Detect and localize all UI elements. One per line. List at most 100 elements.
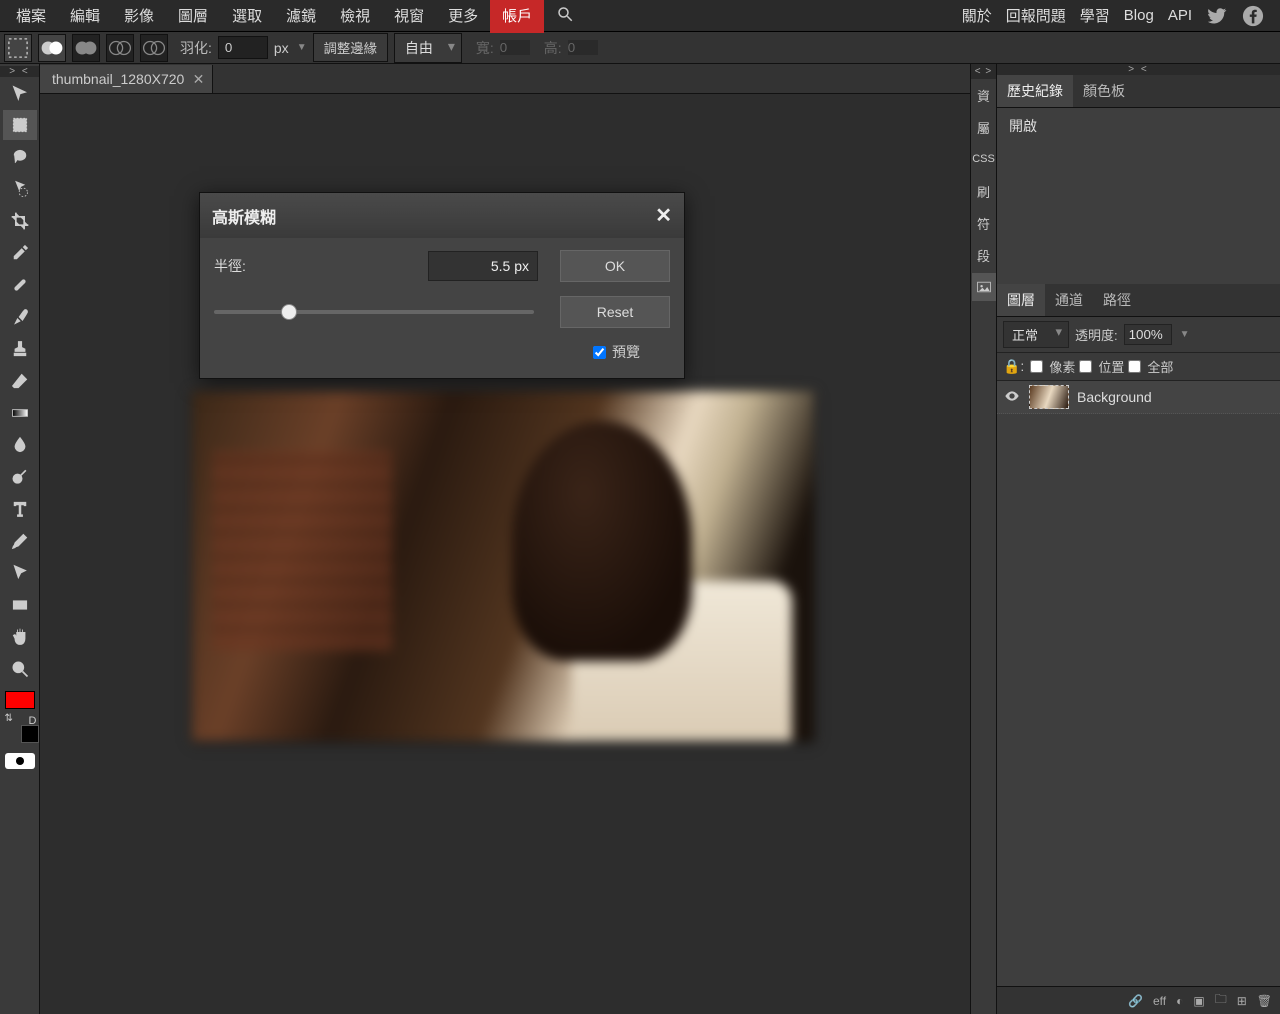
menu-image[interactable]: 影像 — [112, 0, 166, 33]
facebook-icon[interactable] — [1242, 5, 1264, 27]
strip-info[interactable]: 資 — [972, 81, 996, 109]
ok-button[interactable]: OK — [560, 250, 670, 282]
adjustment-layer-icon[interactable]: ◐ — [1176, 994, 1183, 1008]
link-report[interactable]: 回報問題 — [1006, 5, 1066, 26]
menu-edit[interactable]: 編輯 — [58, 0, 112, 33]
background-color[interactable] — [21, 725, 39, 743]
menu-more[interactable]: 更多 — [436, 0, 490, 33]
opacity-input[interactable] — [1124, 324, 1172, 345]
tool-move[interactable] — [3, 78, 37, 108]
document-tab-label: thumbnail_1280X720 — [52, 71, 184, 87]
height-input[interactable] — [568, 40, 598, 55]
lock-position-label: 位置 — [1098, 357, 1124, 376]
tool-blur[interactable] — [3, 430, 37, 460]
tool-pen[interactable] — [3, 526, 37, 556]
lock-all-checkbox[interactable] — [1128, 360, 1141, 373]
lock-pixels-checkbox[interactable] — [1030, 360, 1043, 373]
quickmask-toggle[interactable] — [5, 753, 35, 769]
link-learn[interactable]: 學習 — [1080, 5, 1110, 26]
radius-slider[interactable] — [214, 310, 534, 314]
tool-stamp[interactable] — [3, 334, 37, 364]
menu-filter[interactable]: 濾鏡 — [274, 0, 328, 33]
feather-dropdown-icon[interactable]: ▼ — [297, 42, 307, 53]
menu-layer[interactable]: 圖層 — [166, 0, 220, 33]
opacity-label: 透明度: — [1075, 325, 1118, 344]
tool-shape[interactable] — [3, 590, 37, 620]
tab-history[interactable]: 歷史紀錄 — [997, 75, 1073, 107]
tab-swatches[interactable]: 顏色板 — [1073, 75, 1135, 107]
tool-heal[interactable] — [3, 270, 37, 300]
twitter-icon[interactable] — [1206, 5, 1228, 27]
toolbar-collapse[interactable]: > < — [0, 66, 39, 77]
tool-type[interactable] — [3, 494, 37, 524]
tool-crop[interactable] — [3, 206, 37, 236]
strip-symbols[interactable]: 符 — [972, 209, 996, 237]
tab-channels[interactable]: 通道 — [1045, 284, 1093, 316]
preview-checkbox[interactable] — [593, 346, 606, 359]
tool-zoom[interactable] — [3, 654, 37, 684]
document-tab[interactable]: thumbnail_1280X720 ✕ — [40, 65, 213, 93]
menu-account[interactable]: 帳戶 — [490, 0, 544, 33]
tool-path-select[interactable] — [3, 558, 37, 588]
strip-collapse[interactable]: < > — [971, 64, 996, 79]
new-layer-icon[interactable]: ⊞ — [1237, 994, 1247, 1008]
dialog-close-icon[interactable]: ✕ — [655, 203, 672, 228]
new-folder-icon[interactable]: 🗀 — [1215, 990, 1227, 1011]
radius-input[interactable] — [428, 251, 538, 281]
tool-palette: > < ⇅ D — [0, 64, 40, 1014]
layer-effects-button[interactable]: eff — [1153, 994, 1166, 1008]
close-tab-icon[interactable]: ✕ — [193, 71, 205, 88]
blend-mode-select[interactable]: 正常 — [1003, 321, 1069, 348]
foreground-color[interactable] — [5, 691, 35, 709]
swap-colors-icon[interactable]: ⇅ — [5, 713, 13, 724]
menu-window[interactable]: 視窗 — [382, 0, 436, 33]
strip-navigator-icon[interactable] — [972, 273, 996, 301]
sel-intersect-icon[interactable] — [140, 34, 168, 62]
menu-select[interactable]: 選取 — [220, 0, 274, 33]
reset-button[interactable]: Reset — [560, 296, 670, 328]
sel-sub-icon[interactable] — [106, 34, 134, 62]
menu-file[interactable]: 檔案 — [4, 0, 58, 33]
tool-dodge[interactable] — [3, 462, 37, 492]
link-about[interactable]: 關於 — [962, 5, 992, 26]
marquee-rect-icon[interactable] — [4, 34, 32, 62]
menu-view[interactable]: 檢視 — [328, 0, 382, 33]
lock-position-checkbox[interactable] — [1079, 360, 1092, 373]
tool-lasso[interactable] — [3, 142, 37, 172]
sel-new-icon[interactable] — [38, 34, 66, 62]
tool-eraser[interactable] — [3, 366, 37, 396]
tool-eyedropper[interactable] — [3, 238, 37, 268]
link-api[interactable]: API — [1168, 7, 1192, 24]
history-item[interactable]: 開啟 — [1005, 114, 1272, 138]
link-layers-icon[interactable]: 🔗 — [1128, 994, 1143, 1008]
canvas-area: thumbnail_1280X720 ✕ 高斯模糊 ✕ 半徑: — [40, 64, 970, 1014]
strip-paragraph[interactable]: 段 — [972, 241, 996, 269]
strip-brush[interactable]: 刷 — [972, 177, 996, 205]
menu-search-icon[interactable] — [544, 0, 586, 33]
layer-row[interactable]: Background — [997, 381, 1280, 414]
layer-visibility-icon[interactable] — [1003, 388, 1021, 407]
panels-collapse[interactable]: > < — [997, 64, 1280, 75]
tool-brush[interactable] — [3, 302, 37, 332]
layer-mask-icon[interactable]: ▣ — [1193, 994, 1204, 1008]
link-blog[interactable]: Blog — [1124, 7, 1154, 24]
strip-attr[interactable]: 屬 — [972, 113, 996, 141]
feather-input[interactable] — [218, 36, 268, 59]
canvas-image[interactable] — [192, 391, 814, 741]
sel-add-icon[interactable] — [72, 34, 100, 62]
tool-rect-marquee[interactable] — [3, 110, 37, 140]
tab-layers[interactable]: 圖層 — [997, 284, 1045, 316]
layer-thumbnail[interactable] — [1029, 385, 1069, 409]
refine-edge-button[interactable]: 調整邊緣 — [313, 33, 388, 62]
width-input[interactable] — [500, 40, 530, 55]
lock-pixels-label: 像素 — [1049, 357, 1075, 376]
delete-layer-icon[interactable]: 🗑 — [1257, 994, 1272, 1008]
tool-hand[interactable] — [3, 622, 37, 652]
layer-name[interactable]: Background — [1077, 389, 1152, 405]
strip-css[interactable]: CSS — [972, 145, 996, 173]
tool-quick-select[interactable] — [3, 174, 37, 204]
ratio-mode-select[interactable]: 自由 — [394, 33, 462, 63]
tool-gradient[interactable] — [3, 398, 37, 428]
opacity-dropdown-icon[interactable]: ▼ — [1180, 329, 1190, 340]
tab-paths[interactable]: 路徑 — [1093, 284, 1141, 316]
